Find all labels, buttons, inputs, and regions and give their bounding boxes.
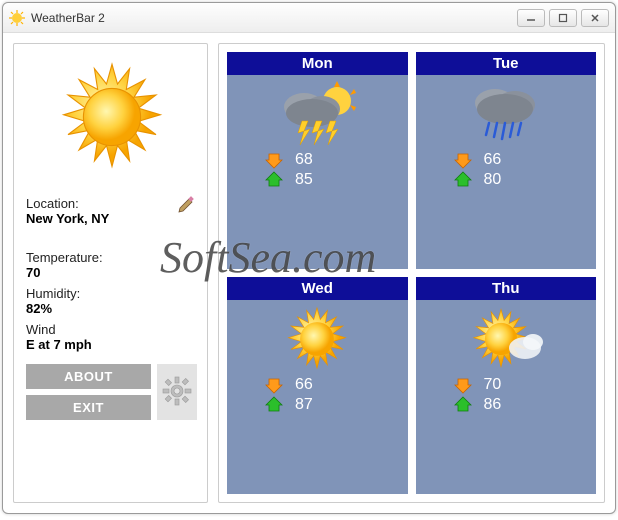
- forecast-high-value: 87: [295, 396, 313, 414]
- close-button[interactable]: [581, 9, 609, 27]
- forecast-low-value: 68: [295, 151, 313, 169]
- settings-button[interactable]: [157, 364, 197, 420]
- app-icon: [9, 10, 25, 26]
- window-title: WeatherBar 2: [31, 11, 517, 25]
- forecast-low-row: 68: [227, 151, 408, 169]
- forecast-low-value: 66: [484, 151, 502, 169]
- gear-icon: [162, 376, 192, 409]
- maximize-button[interactable]: [549, 9, 577, 27]
- about-button[interactable]: ABOUT: [26, 364, 151, 389]
- forecast-low-row: 66: [416, 151, 597, 169]
- forecast-high-value: 86: [484, 396, 502, 414]
- arrow-up-icon: [454, 396, 472, 414]
- arrow-up-icon: [265, 396, 283, 414]
- wind-value: E at 7 mph: [26, 337, 197, 352]
- location-value: New York, NY: [26, 211, 109, 226]
- forecast-panel: Mon: [218, 43, 605, 503]
- titlebar: WeatherBar 2: [3, 3, 615, 33]
- forecast-high-row: 85: [227, 171, 408, 189]
- forecast-low-value: 66: [295, 376, 313, 394]
- forecast-low-row: 66: [227, 376, 408, 394]
- arrow-down-icon: [265, 151, 283, 169]
- forecast-card-tue: Tue: [416, 52, 597, 269]
- sunny-icon: [272, 304, 362, 374]
- thunderstorm-icon: [272, 79, 362, 149]
- location-label: Location:: [26, 196, 109, 211]
- rain-icon: [461, 79, 551, 149]
- exit-button[interactable]: EXIT: [26, 395, 151, 420]
- humidity-value: 82%: [26, 301, 197, 316]
- minimize-button[interactable]: [517, 9, 545, 27]
- partly-sunny-icon: [461, 304, 551, 374]
- forecast-high-row: 80: [416, 171, 597, 189]
- current-conditions-panel: Location: New York, NY Temperature: 70 H…: [13, 43, 208, 503]
- forecast-high-value: 85: [295, 171, 313, 189]
- forecast-day-label: Tue: [416, 52, 597, 75]
- forecast-low-row: 70: [416, 376, 597, 394]
- forecast-high-row: 87: [227, 396, 408, 414]
- forecast-high-row: 86: [416, 396, 597, 414]
- arrow-down-icon: [265, 376, 283, 394]
- arrow-down-icon: [454, 376, 472, 394]
- forecast-day-label: Thu: [416, 277, 597, 300]
- arrow-down-icon: [454, 151, 472, 169]
- forecast-card-wed: Wed 66: [227, 277, 408, 494]
- current-weather-icon: [57, 62, 167, 172]
- humidity-label: Humidity:: [26, 286, 197, 301]
- wind-label: Wind: [26, 322, 197, 337]
- content-area: Location: New York, NY Temperature: 70 H…: [3, 33, 615, 513]
- app-window: WeatherBar 2 Location:: [2, 2, 616, 514]
- forecast-low-value: 70: [484, 376, 502, 394]
- forecast-high-value: 80: [484, 171, 502, 189]
- window-controls: [517, 9, 609, 27]
- forecast-card-mon: Mon: [227, 52, 408, 269]
- arrow-up-icon: [454, 171, 472, 189]
- forecast-card-thu: Thu: [416, 277, 597, 494]
- arrow-up-icon: [265, 171, 283, 189]
- forecast-day-label: Wed: [227, 277, 408, 300]
- temperature-value: 70: [26, 265, 197, 280]
- edit-location-icon[interactable]: [177, 194, 197, 214]
- forecast-day-label: Mon: [227, 52, 408, 75]
- temperature-label: Temperature:: [26, 250, 197, 265]
